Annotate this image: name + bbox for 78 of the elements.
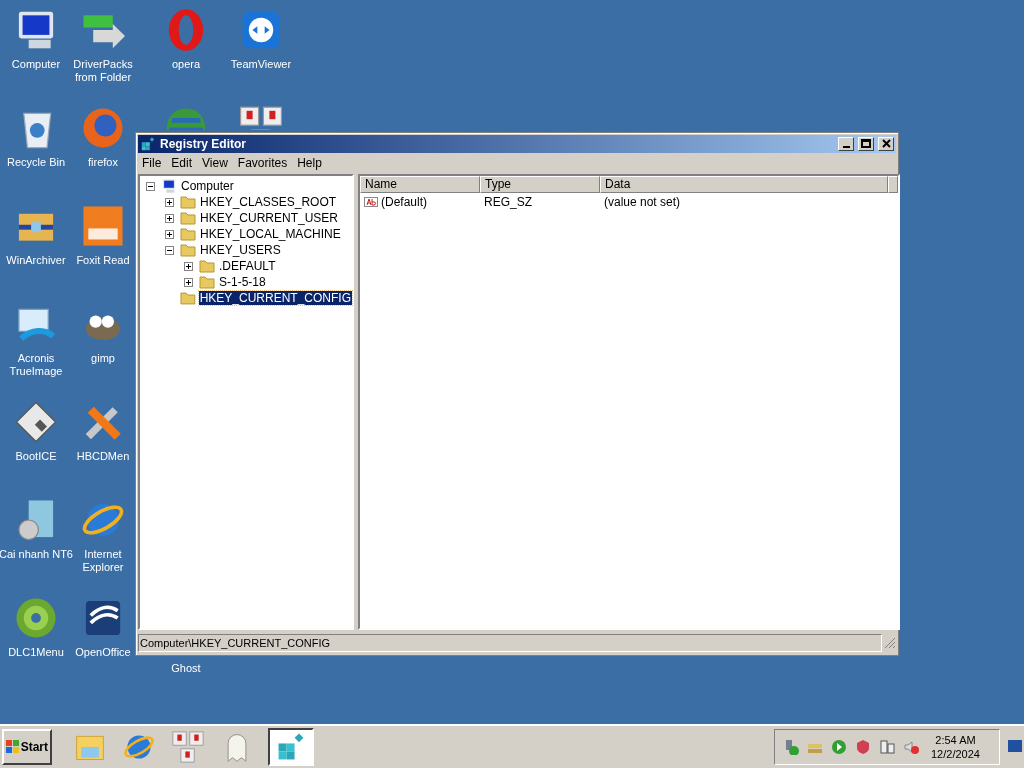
expand-icon[interactable]	[165, 213, 174, 223]
clock-time: 2:54 AM	[935, 733, 976, 747]
tree-item[interactable]: HKEY_LOCAL_MACHINE	[199, 227, 342, 241]
maximize-icon	[861, 139, 871, 148]
icon-label[interactable]: gimp	[91, 352, 115, 365]
icon-label[interactable]: DriverPacks from Folder	[72, 58, 134, 84]
expand-icon[interactable]	[165, 197, 174, 207]
folder-icon	[180, 211, 196, 225]
start-button[interactable]: Start	[2, 729, 52, 765]
taskbar-button[interactable]	[170, 728, 206, 766]
folder-icon	[199, 275, 215, 289]
tree-item[interactable]: HKEY_USERS	[199, 243, 282, 257]
menu-item[interactable]: Favorites	[237, 154, 288, 172]
tree-item[interactable]: Computer	[180, 179, 235, 193]
resize-grip-icon[interactable]	[884, 637, 896, 649]
icon-label[interactable]: Cai nhanh NT6	[0, 548, 73, 561]
clock-date: 12/2/2024	[931, 747, 980, 761]
folder-icon	[179, 291, 196, 305]
menu-item[interactable]: Edit	[171, 154, 193, 172]
show-desktop-icon[interactable]	[1008, 740, 1022, 754]
column-header[interactable]: Name	[360, 176, 480, 193]
play-icon[interactable]	[831, 739, 847, 755]
icon-label[interactable]: opera	[171, 58, 201, 71]
icon-label[interactable]: Recycle Bin	[6, 156, 66, 169]
cubes-icon	[140, 136, 156, 152]
windows-logo-icon	[6, 740, 20, 754]
status-bar: Computer\HKEY_CURRENT_CONFIG	[138, 634, 882, 652]
folder-icon	[180, 195, 196, 209]
icon-label[interactable]: OpenOffice	[75, 646, 131, 659]
table-cell[interactable]: (Default)	[381, 193, 427, 211]
collapse-icon[interactable]	[165, 245, 174, 255]
icon-label[interactable]: DLC1Menu	[8, 646, 64, 659]
window-title: Registry Editor	[160, 136, 247, 153]
icon-label[interactable]: Ghost	[171, 662, 201, 675]
icon-label[interactable]: TeamViewer	[230, 58, 292, 71]
icon-label[interactable]: BootICE	[15, 450, 57, 463]
shield-icon[interactable]	[855, 739, 871, 755]
icon-label[interactable]: Computer	[11, 58, 61, 71]
table-cell-text: REG_SZ	[483, 194, 533, 211]
tree-item[interactable]: HKEY_CLASSES_ROOT	[199, 195, 338, 209]
folder-icon	[180, 243, 196, 257]
speaker-muted-icon[interactable]	[903, 739, 919, 755]
column-header[interactable]: Data	[600, 176, 888, 193]
tree-item[interactable]: HKEY_CURRENT_USER	[199, 211, 340, 225]
tree-item[interactable]: HKEY_CURRENT_CONFIG	[198, 291, 352, 305]
expand-icon[interactable]	[184, 277, 193, 287]
server-icon[interactable]	[879, 739, 895, 755]
table-cell-text: (value not set)	[603, 194, 682, 211]
minimize-button[interactable]	[838, 137, 854, 151]
folder-icon	[180, 227, 196, 241]
network-check-icon[interactable]	[783, 739, 799, 755]
expand-icon[interactable]	[184, 261, 193, 271]
icon-label[interactable]: Foxit Read	[76, 254, 130, 267]
maximize-button[interactable]	[858, 137, 874, 151]
expand-icon[interactable]	[165, 229, 174, 239]
icon-label[interactable]: firefox	[88, 156, 118, 169]
pdf-icon[interactable]	[81, 204, 125, 248]
keys-icon	[172, 731, 204, 763]
minimize-icon	[842, 146, 850, 148]
computer-icon	[161, 178, 177, 194]
close-button[interactable]	[878, 137, 894, 151]
menu-item[interactable]: Help	[297, 154, 322, 172]
menu-item[interactable]: View	[202, 154, 228, 172]
folder-icon	[199, 259, 215, 273]
collapse-icon[interactable]	[146, 181, 155, 191]
column-header[interactable]: Type	[480, 176, 600, 193]
icon-label[interactable]: WinArchiver	[6, 254, 66, 267]
floppy-icon[interactable]	[14, 400, 58, 444]
wheel-icon[interactable]	[14, 596, 58, 640]
tree-item[interactable]: .DEFAULT	[218, 259, 277, 273]
string-value-icon	[364, 197, 378, 207]
icon-label[interactable]: Acronis TrueImage	[0, 352, 73, 378]
close-icon	[881, 139, 891, 148]
menu-item[interactable]: File	[142, 154, 162, 172]
icon-label[interactable]: HBCDMen	[76, 450, 130, 463]
icon-label[interactable]: Internet Explorer	[72, 548, 134, 574]
taskbar-button[interactable]	[268, 728, 314, 766]
tree-item[interactable]: S-1-5-18	[218, 275, 267, 289]
